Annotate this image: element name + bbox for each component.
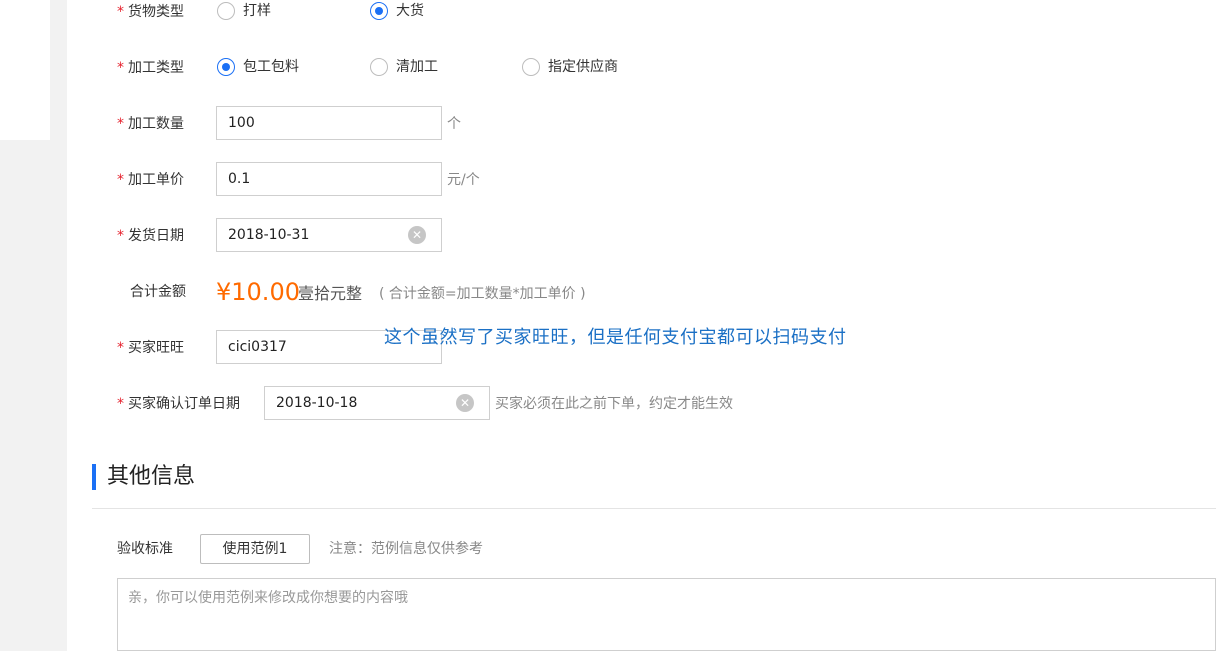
required-mark: * (117, 396, 124, 412)
left-side-panel (0, 0, 50, 140)
option-designated-supplier-label: 指定供应商 (548, 59, 618, 75)
ship-date-clear-icon[interactable]: ✕ (408, 226, 426, 244)
section-divider (92, 508, 1216, 509)
unit-price-unit: 元/个 (447, 172, 480, 188)
process-type-label: * 加工类型 (117, 60, 184, 76)
option-labor-and-material-label: 包工包料 (243, 59, 299, 75)
required-mark: * (117, 4, 124, 20)
total-label: 合计金额 (130, 284, 186, 300)
order-form-panel: * 货物类型 打样 大货 * 加工类型 包工包料 清加工 指定供应商 * 加工数量 1… (67, 0, 1216, 651)
option-labor-only-label: 清加工 (396, 59, 438, 75)
quantity-unit: 个 (447, 116, 461, 132)
total-formula: ( 合计金额=加工数量*加工单价 ) (379, 286, 586, 302)
example-note: 注意：范例信息仅供参考 (329, 541, 483, 557)
buyer-wangwang-label: * 买家旺旺 (117, 340, 184, 356)
annotation-note: 这个虽然写了买家旺旺，但是任何支付宝都可以扫码支付 (384, 327, 847, 348)
quantity-label: * 加工数量 (117, 116, 184, 132)
radio-bulk[interactable] (370, 2, 388, 20)
required-mark: * (117, 60, 124, 76)
section-accent-bar (92, 464, 96, 490)
section-title-other-info: 其他信息 (107, 464, 196, 489)
goods-type-label: * 货物类型 (117, 4, 184, 20)
radio-sample[interactable] (217, 2, 235, 20)
acceptance-label: 验收标准 (117, 541, 173, 557)
required-mark: * (117, 340, 124, 356)
confirm-date-label: * 买家确认订单日期 (117, 396, 240, 412)
option-bulk-label: 大货 (396, 3, 424, 19)
ship-date-label: * 发货日期 (117, 228, 184, 244)
total-amount-words: 壹拾元整 (298, 284, 363, 303)
confirm-date-hint: 买家必须在此之前下单，约定才能生效 (495, 396, 733, 412)
radio-designated-supplier[interactable] (522, 58, 540, 76)
radio-labor-and-material[interactable] (217, 58, 235, 76)
radio-labor-only[interactable] (370, 58, 388, 76)
option-sample-label: 打样 (243, 3, 271, 19)
required-mark: * (117, 172, 124, 188)
unit-price-input[interactable]: 0.1 (216, 162, 442, 196)
unit-price-label: * 加工单价 (117, 172, 184, 188)
quantity-input[interactable]: 100 (216, 106, 442, 140)
use-example-button[interactable]: 使用范例1 (200, 534, 310, 564)
total-amount: ¥10.00 (216, 278, 300, 306)
confirm-date-clear-icon[interactable]: ✕ (456, 394, 474, 412)
acceptance-textarea[interactable]: 亲，你可以使用范例来修改成你想要的内容哦 (117, 578, 1216, 651)
required-mark: * (117, 116, 124, 132)
required-mark: * (117, 228, 124, 244)
